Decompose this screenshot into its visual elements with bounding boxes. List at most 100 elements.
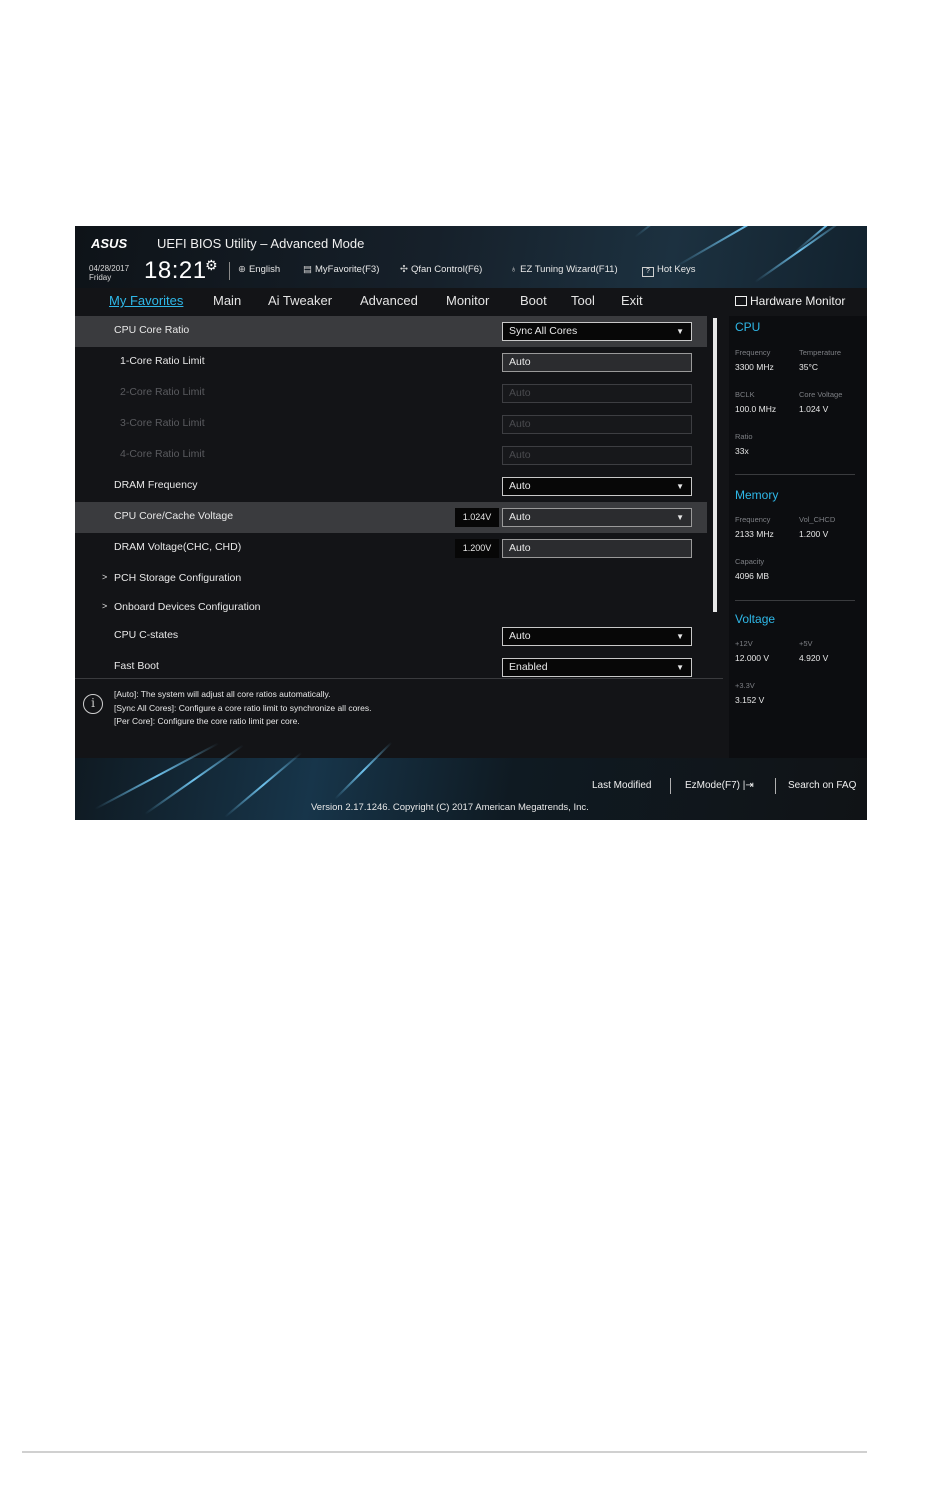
setting-row-dram-voltage[interactable]: DRAM Voltage(CHC, CHD) 1.200V Auto (75, 533, 707, 564)
setting-row-3-core-ratio-limit: 3-Core Ratio Limit Auto (75, 409, 707, 440)
tab-main[interactable]: Main (213, 293, 241, 308)
monitor-icon (735, 296, 747, 306)
tab-boot[interactable]: Boot (520, 293, 547, 308)
dram-voltage-field[interactable]: Auto (502, 539, 692, 558)
tab-my-favorites[interactable]: My Favorites (109, 293, 183, 308)
setting-label: CPU Core Ratio (114, 324, 190, 336)
memory-frequency-label: Frequency (735, 515, 771, 524)
help-text: [Auto]: The system will adjust all core … (114, 688, 371, 729)
setting-label: PCH Storage Configuration (114, 572, 242, 584)
submenu-pch-storage-configuration[interactable]: > PCH Storage Configuration (75, 564, 707, 595)
voltage-reading: 1.200V (455, 539, 499, 558)
dropdown-value: Enabled (509, 661, 548, 673)
decorative-streak (224, 751, 303, 818)
cpu-core-ratio-dropdown[interactable]: Sync All Cores ▼ (502, 322, 692, 341)
hardware-monitor-title: Hardware Monitor (735, 294, 845, 308)
myfavorite-label: MyFavorite(F3) (314, 264, 380, 275)
bulb-icon: ♁ (510, 264, 518, 275)
ratio-label: Ratio (735, 432, 753, 441)
date-display: 04/28/2017 Friday (89, 264, 129, 282)
page-footer-rule (22, 1451, 867, 1453)
setting-row-fast-boot[interactable]: Fast Boot Enabled ▼ (75, 652, 707, 678)
core-voltage-label: Core Voltage (799, 390, 843, 399)
cpu-temperature-value: 35°C (799, 362, 818, 372)
settings-list: CPU Core Ratio Sync All Cores ▼ 1-Core R… (75, 316, 707, 678)
field-value: Auto (509, 418, 531, 430)
divider (775, 778, 776, 794)
submenu-onboard-devices-configuration[interactable]: > Onboard Devices Configuration (75, 593, 707, 624)
help-line: [Per Core]: Configure the core ratio lim… (114, 716, 300, 726)
voltage-reading: 1.024V (455, 508, 499, 527)
tab-advanced[interactable]: Advanced (360, 293, 418, 308)
setting-label: DRAM Frequency (114, 479, 198, 491)
clock[interactable]: 18:21 (144, 257, 207, 285)
ez-tuning-wizard-button[interactable]: ♁ EZ Tuning Wizard(F11) (510, 264, 618, 275)
setting-row-cpu-core-ratio[interactable]: CPU Core Ratio Sync All Cores ▼ (75, 316, 707, 347)
field-value: Auto (509, 356, 531, 368)
caret-down-icon: ▼ (676, 327, 684, 336)
4-core-ratio-limit-field: Auto (502, 446, 692, 465)
favorite-list-icon: ▤ (303, 264, 312, 275)
1-core-ratio-limit-field[interactable]: Auto (502, 353, 692, 372)
fast-boot-dropdown[interactable]: Enabled ▼ (502, 658, 692, 677)
setting-label: 1-Core Ratio Limit (120, 355, 205, 367)
divider (229, 262, 230, 280)
search-faq-button[interactable]: Search on FAQ (788, 780, 856, 791)
v12-label: +12V (735, 639, 753, 648)
tab-exit[interactable]: Exit (621, 293, 643, 308)
gear-icon[interactable]: ⚙ (205, 257, 218, 274)
decorative-streak (754, 226, 846, 283)
caret-down-icon: ▼ (676, 632, 684, 641)
setting-label: CPU C-states (114, 629, 179, 641)
memory-voltage-label: Vol_CHCD (799, 515, 836, 524)
cpu-c-states-dropdown[interactable]: Auto ▼ (502, 627, 692, 646)
divider (735, 600, 855, 601)
cpu-frequency-label: Frequency (735, 348, 771, 357)
hot-keys-button[interactable]: ? Hot Keys (642, 264, 696, 277)
setting-label: 2-Core Ratio Limit (120, 386, 205, 398)
asus-logo: ASUS (91, 236, 127, 250)
hardware-monitor-header: Hardware Monitor (729, 288, 867, 316)
last-modified-button[interactable]: Last Modified (592, 780, 651, 791)
qfan-control-button[interactable]: ✣ Qfan Control(F6) (400, 264, 482, 275)
3-core-ratio-limit-field: Auto (502, 415, 692, 434)
setting-row-dram-frequency[interactable]: DRAM Frequency Auto ▼ (75, 471, 707, 502)
divider (670, 778, 671, 794)
myfavorite-button[interactable]: ▤ MyFavorite(F3) (303, 264, 379, 275)
chevron-right-icon: > (102, 601, 108, 611)
field-value: Auto (509, 387, 531, 399)
memory-frequency-value: 2133 MHz (735, 529, 774, 539)
cpu-frequency-value: 3300 MHz (735, 362, 774, 372)
cpu-core-cache-voltage-dropdown[interactable]: Auto ▼ (502, 508, 692, 527)
hardware-monitor-label: Hardware Monitor (750, 294, 846, 308)
capacity-value: 4096 MB (735, 571, 770, 581)
setting-row-1-core-ratio-limit[interactable]: 1-Core Ratio Limit Auto (75, 347, 707, 378)
2-core-ratio-limit-field: Auto (502, 384, 692, 403)
field-value: Auto (509, 449, 531, 461)
dropdown-value: Auto (509, 511, 531, 523)
setting-label: DRAM Voltage(CHC, CHD) (114, 541, 242, 553)
setting-row-4-core-ratio-limit: 4-Core Ratio Limit Auto (75, 440, 707, 471)
ezmode-button[interactable]: EzMode(F7) |⇥ (685, 780, 754, 791)
decorative-streak (674, 226, 815, 268)
setting-row-cpu-core-cache-voltage[interactable]: CPU Core/Cache Voltage 1.024V Auto ▼ (75, 502, 707, 533)
cpu-heading: CPU (735, 320, 761, 334)
v33-label: +3.3V (735, 681, 755, 690)
dram-frequency-dropdown[interactable]: Auto ▼ (502, 477, 692, 496)
globe-icon: ⊕ (238, 264, 246, 275)
tab-tool[interactable]: Tool (571, 293, 595, 308)
tab-monitor[interactable]: Monitor (446, 293, 489, 308)
setting-label: 3-Core Ratio Limit (120, 417, 205, 429)
language-button[interactable]: ⊕ English (238, 264, 280, 275)
tab-ai-tweaker[interactable]: Ai Tweaker (268, 293, 332, 308)
qfan-label: Qfan Control(F6) (410, 264, 483, 275)
v12-value: 12.000 V (735, 653, 770, 663)
copyright-text: Version 2.17.1246. Copyright (C) 2017 Am… (311, 802, 589, 813)
field-value: Auto (509, 542, 531, 554)
setting-row-cpu-c-states[interactable]: CPU C-states Auto ▼ (75, 621, 707, 652)
core-voltage-value: 1.024 V (799, 404, 829, 414)
caret-down-icon: ▼ (676, 482, 684, 491)
question-icon: ? (642, 267, 654, 277)
day-value: Friday (89, 273, 112, 282)
scrollbar-thumb[interactable] (713, 318, 717, 612)
